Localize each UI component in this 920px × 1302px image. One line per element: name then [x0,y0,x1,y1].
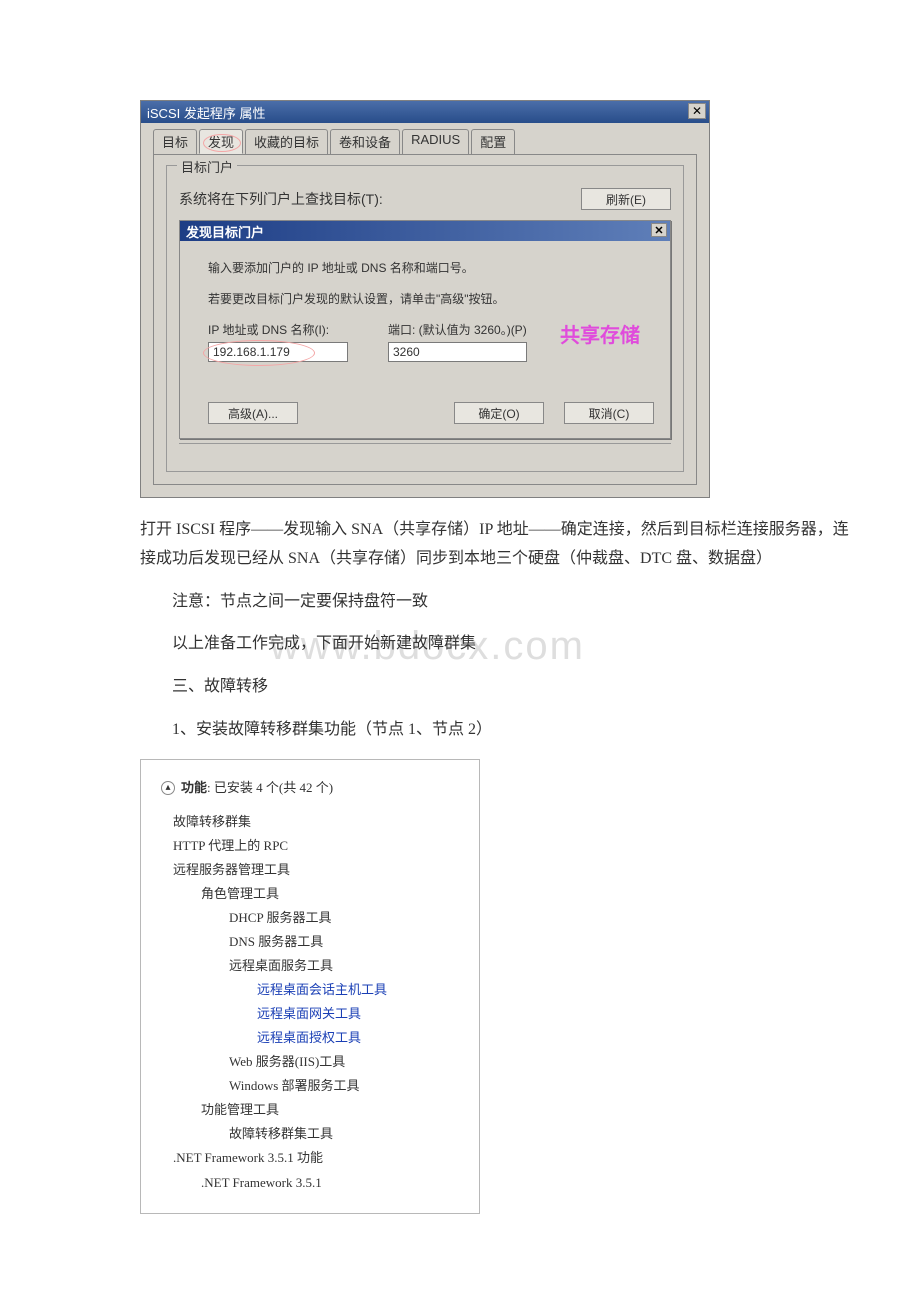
features-tree: 故障转移群集 HTTP 代理上的 RPC 远程服务器管理工具 角色管理工具 DH… [161,810,459,1195]
feature-item: DHCP 服务器工具 [229,906,459,930]
target-portals-group: 目标门户 系统将在下列门户上查找目标(T): 刷新(E) 发现目标门户 ✕ 输入… [166,165,684,472]
port-label: 端口: (默认值为 3260。)(P) [388,321,527,338]
feature-item: 故障转移群集工具 [229,1122,459,1146]
ip-input[interactable]: 192.168.1.179 [208,342,348,362]
heading-3: 三、故障转移 [140,673,860,702]
feature-item: DNS 服务器工具 [229,930,459,954]
group-text: 系统将在下列门户上查找目标(T): [179,189,383,209]
ok-button[interactable]: 确定(O) [454,402,544,424]
features-header[interactable]: ▴ 功能: 已安装 4 个(共 42 个) [161,776,459,800]
obscured-row [179,443,671,459]
feature-item: 远程桌面服务工具 远程桌面会话主机工具 远程桌面网关工具 远程桌面授权工具 [229,954,459,1050]
iscsi-properties-dialog: iSCSI 发起程序 属性 ✕ 目标 发现 收藏的目标 卷和设备 RADIUS … [140,100,710,498]
tab-radius[interactable]: RADIUS [402,129,469,154]
feature-item: 远程桌面授权工具 [257,1026,459,1050]
inner-dialog-title: 发现目标门户 [186,222,264,241]
tab-volumes[interactable]: 卷和设备 [330,129,400,154]
features-summary-panel: ▴ 功能: 已安装 4 个(共 42 个) 故障转移群集 HTTP 代理上的 R… [140,759,480,1214]
feature-item: HTTP 代理上的 RPC [173,834,459,858]
feature-item: 功能管理工具 故障转移群集工具 [201,1098,459,1146]
feature-item: Windows 部署服务工具 [229,1074,459,1098]
inner-dialog-titlebar: 发现目标门户 ✕ [180,221,670,241]
tab-config[interactable]: 配置 [471,129,515,154]
close-icon[interactable]: ✕ [651,223,667,237]
dialog-titlebar: iSCSI 发起程序 属性 ✕ [141,101,709,123]
paragraph-1: 打开 ISCSI 程序——发现输入 SNA（共享存储）IP 地址——确定连接，然… [140,516,860,574]
discover-portal-dialog: 发现目标门户 ✕ 输入要添加门户的 IP 地址或 DNS 名称和端口号。 若要更… [179,220,671,439]
paragraph-2: 注意：节点之间一定要保持盘符一致 [140,588,860,617]
tab-strip: 目标 发现 收藏的目标 卷和设备 RADIUS 配置 [141,123,709,154]
groupbox-label: 目标门户 [177,157,237,176]
tab-target[interactable]: 目标 [153,129,197,154]
dialog-title: iSCSI 发起程序 属性 [147,103,265,122]
tab-favorites[interactable]: 收藏的目标 [245,129,328,154]
feature-label: 角色管理工具 [201,886,279,901]
feature-item: .NET Framework 3.5.1 功能 .NET Framework 3… [173,1146,459,1194]
features-header-bold: 功能 [181,780,207,795]
refresh-button[interactable]: 刷新(E) [581,188,671,210]
feature-item: 故障转移群集 [173,810,459,834]
ip-label: IP 地址或 DNS 名称(I): [208,321,348,338]
close-icon[interactable]: ✕ [688,103,706,119]
cancel-button[interactable]: 取消(C) [564,402,654,424]
chevron-up-icon[interactable]: ▴ [161,781,175,795]
feature-item: Web 服务器(IIS)工具 [229,1050,459,1074]
inner-line1: 输入要添加门户的 IP 地址或 DNS 名称和端口号。 [208,259,654,276]
feature-label: 远程桌面服务工具 [229,958,333,973]
inner-dialog-body: 输入要添加门户的 IP 地址或 DNS 名称和端口号。 若要更改目标门户发现的默… [180,241,670,438]
feature-item: 角色管理工具 DHCP 服务器工具 DNS 服务器工具 远程桌面服务工具 远程桌… [201,882,459,1098]
feature-item: 远程服务器管理工具 角色管理工具 DHCP 服务器工具 DNS 服务器工具 远程… [173,858,459,1147]
advanced-button[interactable]: 高级(A)... [208,402,298,424]
features-header-rest: : 已安装 4 个(共 42 个) [207,780,333,795]
port-input[interactable]: 3260 [388,342,527,362]
feature-item: 远程桌面会话主机工具 [257,978,459,1002]
inner-line2: 若要更改目标门户发现的默认设置，请单击"高级"按钮。 [208,290,654,307]
tab-discover[interactable]: 发现 [199,129,243,154]
paragraph-4: 1、安装故障转移群集功能（节点 1、节点 2） [140,716,860,745]
feature-item: 远程桌面网关工具 [257,1002,459,1026]
tab-panel: 目标门户 系统将在下列门户上查找目标(T): 刷新(E) 发现目标门户 ✕ 输入… [153,154,697,485]
feature-label: .NET Framework 3.5.1 功能 [173,1150,323,1165]
overlay-label: 共享存储 [560,319,640,348]
paragraph-3: 以上准备工作完成，下面开始新建故障群集 [140,630,860,659]
feature-label: 功能管理工具 [201,1102,279,1117]
feature-item: .NET Framework 3.5.1 [201,1171,459,1195]
feature-label: 远程服务器管理工具 [173,862,290,877]
